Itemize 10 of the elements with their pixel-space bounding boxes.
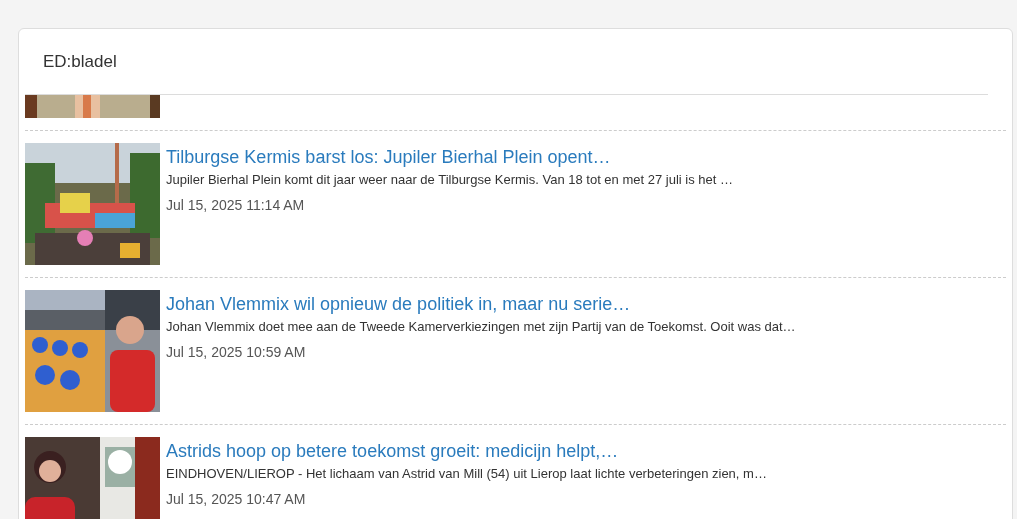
article-title-link[interactable]: Johan Vlemmix wil opnieuw de politiek in, maar nu serie…: [166, 292, 796, 316]
article-title-link[interactable]: Astrids hoop op betere toekomst groeit: medicijn helpt,…: [166, 439, 767, 463]
article-excerpt: EINDHOVEN/LIEROP - Het lichaam van Astrid van Mill (54) uit Lierop laat lichte verbeteringen zien, m…: [166, 465, 767, 483]
article-excerpt: Jupiler Bierhal Plein komt dit jaar weer naar de Tilburgse Kermis. Van 18 tot en met 27 juli is het …: [166, 171, 733, 189]
article-title-link[interactable]: Tilburgse Kermis barst los: Jupiler Bierhal Plein opent…: [166, 145, 733, 169]
article-date: Jul 15, 2025 11:14 AM: [166, 196, 306, 215]
article-date: Jul 15, 2025 10:47 AM: [166, 490, 307, 509]
article-date: Jul 15, 2025 10:59 AM: [166, 343, 307, 362]
article-excerpt: Johan Vlemmix doet mee aan de Tweede Kamerverkiezingen met zijn Partij van de Toekomst. Ooit was dat…: [166, 318, 796, 336]
panel-title: ED:bladel: [43, 50, 117, 73]
